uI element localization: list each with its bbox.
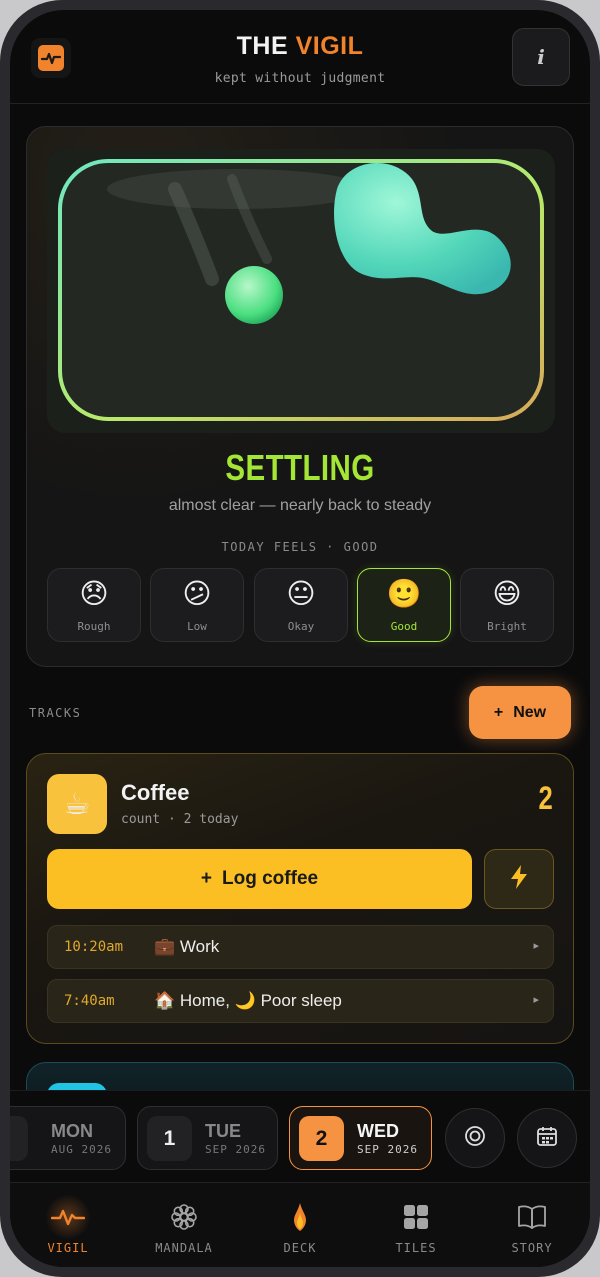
nav-item-vigil[interactable]: VIGIL: [10, 1183, 126, 1267]
entry-time: 7:40am: [64, 993, 115, 1009]
entry-tags: 💼 Work: [154, 937, 220, 956]
chevron-right-icon: ▸: [533, 994, 539, 1006]
day-chip-tue[interactable]: 1 TUE SEP 2026: [137, 1106, 278, 1170]
day-name: WED: [357, 1121, 399, 1141]
app-screen: THE VIGIL kept without judgment i SETTLI…: [10, 10, 590, 1267]
nav-item-story[interactable]: STORY: [474, 1183, 590, 1267]
nav-label: TILES: [395, 1241, 437, 1255]
confused-face-icon: 😕: [182, 578, 212, 609]
coffee-icon: ☕: [47, 774, 107, 834]
quick-log-button[interactable]: [484, 849, 554, 909]
day-month: SEP 2026: [357, 1143, 418, 1156]
log-entry[interactable]: 7:40am 🏠 Home, 🌙 Poor sleep ▸: [47, 979, 554, 1023]
new-track-button[interactable]: + New: [469, 686, 571, 739]
nav-label: STORY: [511, 1241, 553, 1255]
mood-description: almost clear — nearly back to steady: [168, 497, 432, 514]
info-button[interactable]: i: [512, 28, 570, 86]
new-track-label: New: [513, 703, 547, 721]
mood-option-label: Low: [187, 620, 207, 633]
nav-label: VIGIL: [47, 1241, 89, 1255]
day-name: TUE: [205, 1121, 241, 1141]
book-icon: [474, 1201, 590, 1233]
track-meta: count · 2 today: [121, 812, 239, 827]
info-icon: i: [537, 45, 545, 69]
mood-option-label: Bright: [487, 620, 527, 633]
day-name: MON: [51, 1121, 93, 1141]
lightning-icon: [508, 864, 530, 895]
day-month: SEP 2026: [205, 1143, 266, 1156]
day-chip-wed[interactable]: 2 WED SEP 2026: [289, 1106, 432, 1170]
mandala-icon: [126, 1201, 242, 1233]
day-month: AUG 2026: [51, 1143, 112, 1156]
date-strip: MON AUG 2026 1 TUE SEP 2026 2 WED SEP 20…: [10, 1090, 590, 1190]
track-count: 2: [538, 780, 553, 816]
app-title-main: THE: [236, 32, 296, 60]
app-title-accent: VIGIL: [295, 32, 364, 60]
mood-option-label: Rough: [77, 620, 111, 633]
grin-face-icon: 😄: [492, 578, 522, 609]
mood-option-bright[interactable]: 😄 Bright: [460, 568, 554, 642]
entry-tags: 🏠 Home, 🌙 Poor sleep: [154, 991, 342, 1010]
device-frame: THE VIGIL kept without judgment i SETTLI…: [0, 0, 600, 1277]
today-feels-label: TODAY FEELS · GOOD: [221, 540, 379, 554]
bottom-nav: VIGIL MANDALA DECK TILES STORY: [10, 1182, 590, 1267]
target-icon: [464, 1125, 486, 1152]
coffee-track-card: ☕ Coffee count · 2 today 2 + Log coffee …: [26, 753, 574, 1044]
tracks-section-label: TRACKS: [29, 706, 82, 720]
nav-item-deck[interactable]: DECK: [242, 1183, 358, 1267]
tiles-icon: [358, 1201, 474, 1233]
today-button[interactable]: [445, 1108, 505, 1168]
app-subtitle: kept without judgment: [214, 71, 386, 86]
entry-time: 10:20am: [64, 939, 124, 955]
track-name: Coffee: [121, 780, 190, 805]
nav-label: MANDALA: [155, 1241, 213, 1255]
app-title: THE VIGIL: [10, 32, 590, 61]
mood-option-good[interactable]: 🙂 Good: [357, 568, 451, 642]
neutral-face-icon: 😐: [286, 578, 316, 609]
mood-status: SETTLING: [225, 447, 375, 488]
nav-label: DECK: [283, 1241, 317, 1255]
mood-visualization: [47, 149, 555, 433]
mood-option-label: Good: [390, 620, 418, 633]
sad-face-icon: 😞: [79, 578, 109, 609]
pulse-icon: [10, 1201, 126, 1233]
day-number: [10, 1116, 28, 1161]
mood-option-rough[interactable]: 😞 Rough: [47, 568, 141, 642]
flame-icon: [242, 1201, 358, 1233]
smile-face-icon: 🙂: [386, 578, 422, 609]
mood-option-okay[interactable]: 😐 Okay: [254, 568, 348, 642]
day-number: 2: [299, 1116, 344, 1161]
nav-item-mandala[interactable]: MANDALA: [126, 1183, 242, 1267]
mood-option-low[interactable]: 😕 Low: [150, 568, 244, 642]
calendar-icon: [536, 1125, 558, 1152]
chevron-right-icon: ▸: [533, 940, 539, 952]
day-chip-mon[interactable]: MON AUG 2026: [10, 1106, 126, 1170]
log-coffee-button[interactable]: + Log coffee: [47, 849, 472, 909]
mood-card: SETTLING almost clear — nearly back to s…: [26, 126, 574, 667]
plus-icon: +: [493, 703, 504, 721]
log-entry[interactable]: 10:20am 💼 Work ▸: [47, 925, 554, 969]
log-coffee-label: Log coffee: [222, 868, 319, 889]
nav-item-tiles[interactable]: TILES: [358, 1183, 474, 1267]
app-header: THE VIGIL kept without judgment i: [10, 10, 590, 104]
plus-icon: +: [200, 868, 213, 889]
day-number: 1: [147, 1116, 192, 1161]
calendar-button[interactable]: [517, 1108, 577, 1168]
mood-selector: 😞 Rough 😕 Low 😐 Okay 🙂 Good 😄 Bright: [47, 568, 555, 642]
mood-option-label: Okay: [287, 620, 315, 633]
